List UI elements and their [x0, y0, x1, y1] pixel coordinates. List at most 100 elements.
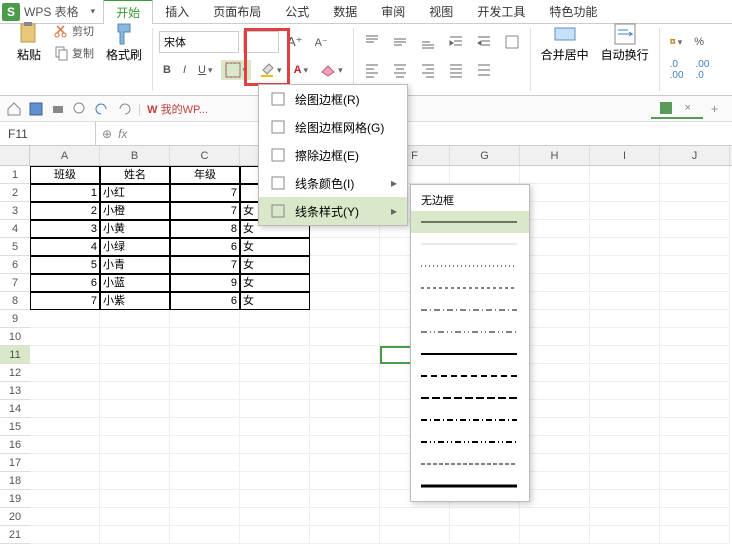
cell[interactable]: 9 — [170, 274, 240, 292]
cell[interactable]: 3 — [30, 220, 100, 238]
cell[interactable]: 7 — [170, 256, 240, 274]
preview-icon[interactable] — [72, 101, 88, 117]
cell[interactable] — [660, 400, 730, 418]
cell[interactable] — [240, 472, 310, 490]
cell[interactable] — [310, 364, 380, 382]
cell[interactable] — [240, 346, 310, 364]
percent-button[interactable]: % — [690, 34, 708, 50]
cell[interactable] — [520, 400, 590, 418]
cell[interactable] — [520, 454, 590, 472]
cell[interactable] — [590, 526, 660, 544]
app-menu-dropdown[interactable]: ▾ — [91, 6, 96, 17]
cell[interactable] — [30, 490, 100, 508]
cell[interactable]: 班级 — [30, 166, 100, 184]
select-all-corner[interactable] — [0, 146, 30, 166]
cell[interactable]: 2 — [30, 202, 100, 220]
cell[interactable] — [100, 364, 170, 382]
cell[interactable] — [660, 220, 730, 238]
cell[interactable] — [30, 436, 100, 454]
cell[interactable] — [170, 454, 240, 472]
cell[interactable]: 姓名 — [100, 166, 170, 184]
cell[interactable] — [310, 382, 380, 400]
cell[interactable]: 7 — [170, 184, 240, 202]
format-painter-button[interactable]: 格式刷 — [102, 20, 146, 65]
cell[interactable] — [520, 508, 590, 526]
cell[interactable] — [170, 364, 240, 382]
menu-开发工具[interactable]: 开发工具 — [465, 0, 537, 23]
cell[interactable]: 6 — [30, 274, 100, 292]
cell[interactable] — [660, 256, 730, 274]
cell[interactable] — [380, 526, 450, 544]
cell[interactable] — [450, 166, 520, 184]
border-menu-item[interactable]: 线条样式(Y)▸ — [259, 197, 407, 225]
cell[interactable] — [240, 310, 310, 328]
cell[interactable] — [310, 526, 380, 544]
clear-format-button[interactable]: ▾ — [316, 60, 347, 80]
line-style-option[interactable] — [411, 255, 529, 277]
cell[interactable] — [170, 328, 240, 346]
cell[interactable] — [240, 382, 310, 400]
distribute-button[interactable] — [472, 60, 496, 80]
line-style-option[interactable] — [411, 277, 529, 299]
cell[interactable] — [660, 490, 730, 508]
col-header-I[interactable]: I — [590, 146, 660, 165]
cell[interactable] — [520, 256, 590, 274]
cell[interactable]: 女 — [240, 256, 310, 274]
cell[interactable] — [590, 202, 660, 220]
col-header-C[interactable]: C — [170, 146, 240, 165]
cell[interactable] — [660, 472, 730, 490]
cell[interactable] — [310, 418, 380, 436]
cell[interactable] — [660, 310, 730, 328]
cell[interactable] — [100, 490, 170, 508]
menu-公式[interactable]: 公式 — [273, 0, 321, 23]
cut-button[interactable]: 剪切 — [50, 21, 98, 41]
cell[interactable] — [240, 400, 310, 418]
cell[interactable] — [520, 310, 590, 328]
cell[interactable]: 小橙 — [100, 202, 170, 220]
cell[interactable] — [450, 508, 520, 526]
border-menu-item[interactable]: 绘图边框网格(G) — [259, 113, 407, 141]
cell[interactable] — [30, 310, 100, 328]
row-header[interactable]: 13 — [0, 382, 30, 400]
line-style-option[interactable] — [411, 387, 529, 409]
cell[interactable] — [590, 400, 660, 418]
row-header[interactable]: 11 — [0, 346, 30, 364]
cell[interactable] — [520, 526, 590, 544]
cell[interactable]: 7 — [170, 202, 240, 220]
cell[interactable] — [310, 436, 380, 454]
cell[interactable]: 5 — [30, 256, 100, 274]
cell[interactable] — [170, 310, 240, 328]
cell[interactable]: 小绿 — [100, 238, 170, 256]
cell[interactable] — [590, 166, 660, 184]
cell[interactable] — [590, 508, 660, 526]
bold-button[interactable]: B — [159, 62, 175, 78]
cell[interactable] — [590, 472, 660, 490]
align-middle-button[interactable] — [388, 32, 412, 52]
decrease-font-button[interactable]: A⁻ — [311, 34, 332, 51]
home-icon[interactable] — [6, 101, 22, 117]
menu-审阅[interactable]: 审阅 — [369, 0, 417, 23]
cell[interactable] — [590, 382, 660, 400]
cell[interactable] — [520, 328, 590, 346]
cell[interactable] — [100, 310, 170, 328]
cell[interactable] — [100, 526, 170, 544]
row-header[interactable]: 20 — [0, 508, 30, 526]
cell[interactable] — [590, 292, 660, 310]
cell[interactable] — [590, 418, 660, 436]
align-right-button[interactable] — [416, 60, 440, 80]
increase-font-button[interactable]: A⁺ — [283, 32, 307, 52]
cell[interactable] — [590, 364, 660, 382]
cell[interactable] — [170, 418, 240, 436]
cell[interactable] — [170, 490, 240, 508]
cell[interactable] — [380, 508, 450, 526]
menu-数据[interactable]: 数据 — [321, 0, 369, 23]
name-box[interactable]: F11 — [0, 122, 96, 145]
cell[interactable] — [520, 202, 590, 220]
cell[interactable] — [660, 364, 730, 382]
cell[interactable] — [240, 436, 310, 454]
cell[interactable] — [240, 328, 310, 346]
line-style-option[interactable] — [411, 299, 529, 321]
align-top-button[interactable] — [360, 32, 384, 52]
cell[interactable] — [240, 454, 310, 472]
cell[interactable] — [30, 508, 100, 526]
